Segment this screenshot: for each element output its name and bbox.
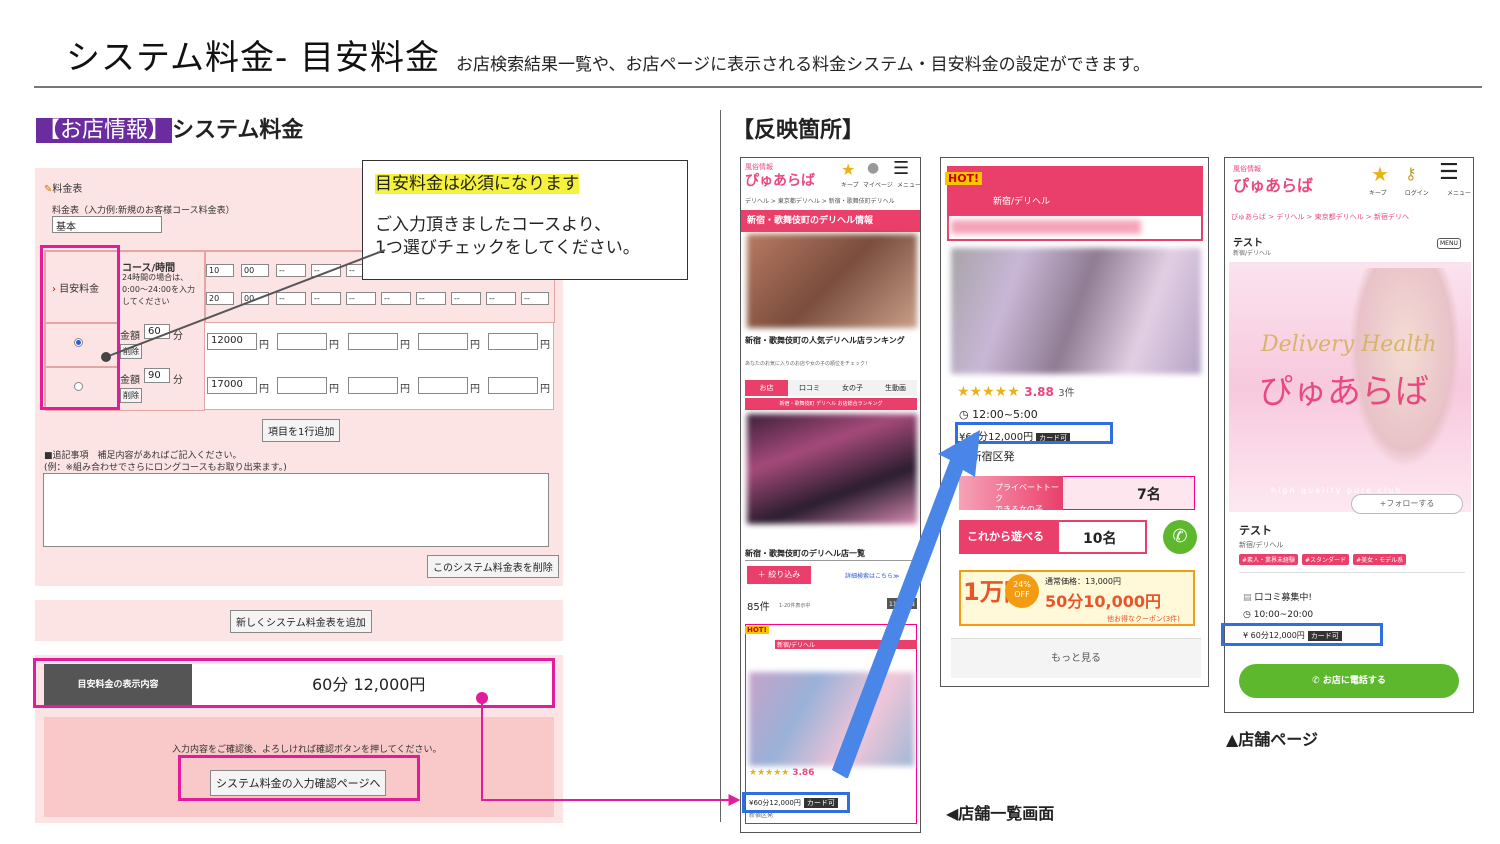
callout-leader-dot — [101, 352, 111, 362]
pink-arrow-dot — [476, 692, 488, 704]
pink-arrow — [481, 698, 741, 806]
connector-overlay — [101, 249, 980, 806]
callout-leader-line — [105, 249, 386, 358]
blue-arrow — [832, 430, 980, 778]
